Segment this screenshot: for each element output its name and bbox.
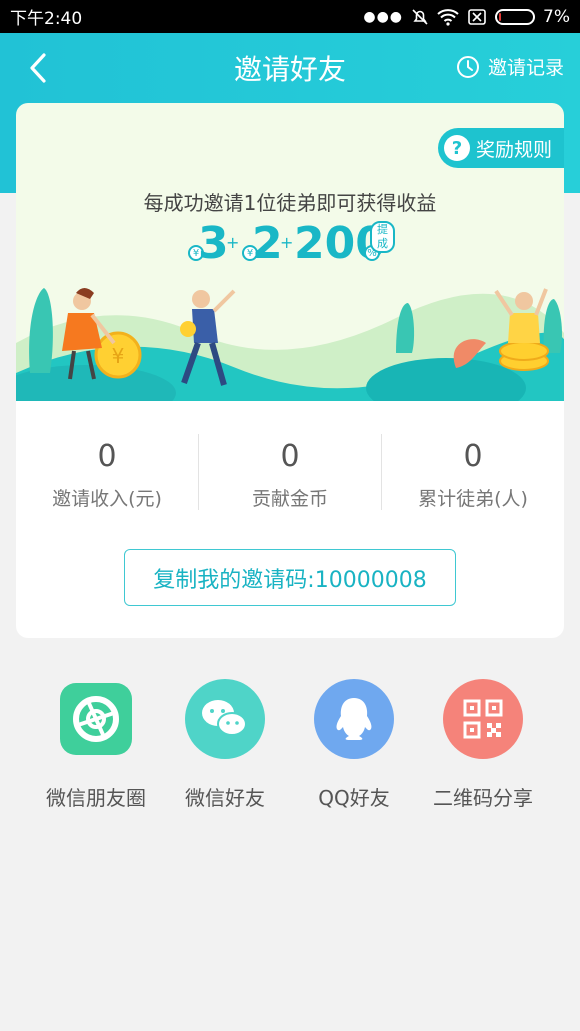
- invite-records-label: 邀请记录: [487, 57, 564, 79]
- status-time: 下午2:40: [10, 9, 83, 29]
- stat-value: 0: [463, 439, 483, 474]
- share-moments-button[interactable]: 微信朋友圈: [31, 678, 161, 811]
- share-qq-button[interactable]: QQ好友: [289, 678, 419, 811]
- status-bar: 下午2:40 ●●● 7%: [0, 0, 580, 33]
- share-label: 微信朋友圈: [46, 786, 146, 810]
- svg-text:¥: ¥: [112, 344, 125, 368]
- battery-icon: [495, 8, 536, 25]
- share-wechat-button[interactable]: 微信好友: [160, 678, 290, 811]
- invite-records-button[interactable]: 邀请记录: [456, 53, 564, 80]
- share-label: 微信好友: [185, 786, 265, 810]
- more-dots-icon: ●●●: [363, 8, 404, 25]
- share-label: 二维码分享: [433, 786, 533, 810]
- stat-label: 邀请收入(元): [52, 488, 162, 510]
- qrcode-icon: [442, 678, 524, 760]
- stat-invite-income: 0 邀请收入(元): [16, 439, 198, 511]
- banner-illustration: ¥: [16, 288, 564, 401]
- copy-invite-code-button[interactable]: 复制我的邀请码:10000008: [124, 549, 456, 606]
- nav-bar: 邀请好友 邀请记录: [0, 33, 580, 103]
- moments-icon: [55, 678, 137, 760]
- stat-value: 0: [97, 439, 117, 474]
- sim-off-icon: [468, 8, 486, 25]
- wechat-icon: [184, 678, 266, 760]
- qq-icon: [313, 678, 395, 760]
- share-qrcode-button[interactable]: 二维码分享: [418, 678, 548, 811]
- wifi-icon: [437, 8, 459, 26]
- stat-total-apprentices: 0 累计徒弟(人): [382, 439, 564, 511]
- share-label: QQ好友: [318, 786, 390, 810]
- clock-icon: [456, 55, 479, 78]
- stats-card: 0 邀请收入(元) 0 贡献金币 0 累计徒弟(人) 复制我的邀请码:10000…: [16, 401, 564, 638]
- mute-bell-icon: [412, 8, 428, 25]
- reward-banner: ? 奖励规则 每成功邀请1位徒弟即可获得收益 ¥ 3 + ¥ 2 + 200 %…: [16, 103, 564, 401]
- stat-label: 累计徒弟(人): [418, 488, 528, 510]
- stat-value: 0: [280, 439, 300, 474]
- stat-label: 贡献金币: [251, 488, 328, 510]
- battery-percent: 7%: [543, 6, 570, 27]
- stat-contributed-coins: 0 贡献金币: [199, 439, 381, 511]
